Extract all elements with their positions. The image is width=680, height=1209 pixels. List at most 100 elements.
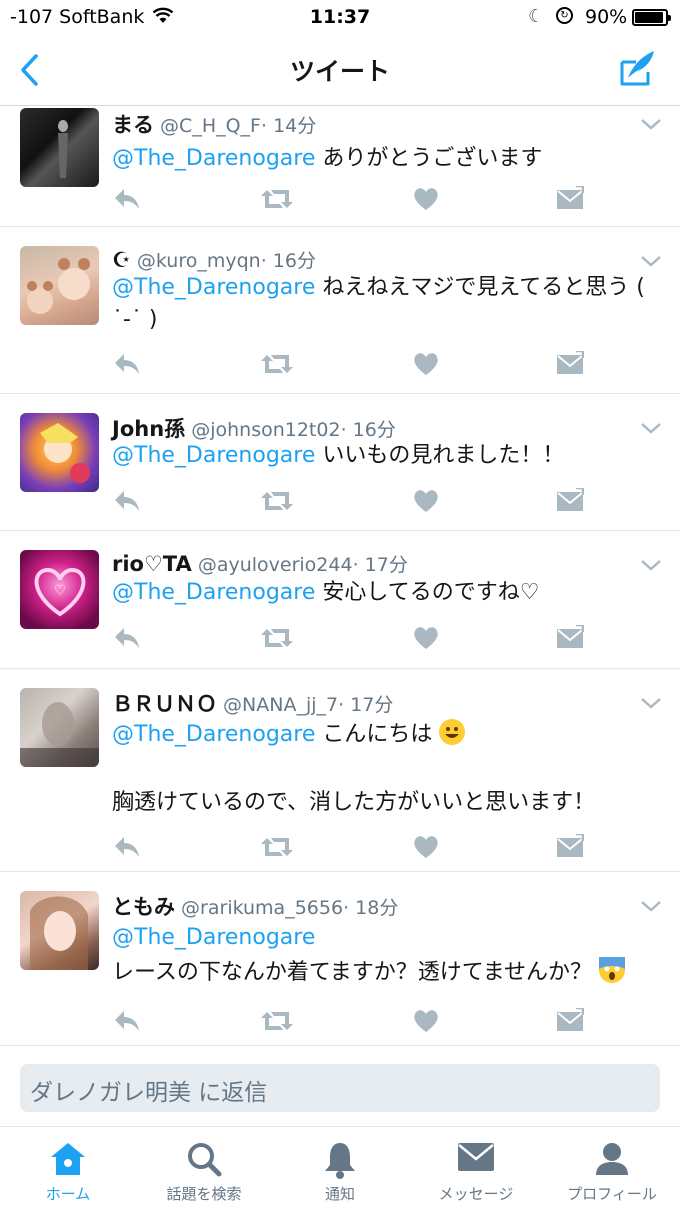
like-heart-icon[interactable] bbox=[412, 625, 442, 651]
tweet-text: @The_Darenogare こんにちは bbox=[112, 719, 662, 751]
nav-bar: ツイート bbox=[0, 36, 680, 106]
tweet-actions bbox=[112, 486, 592, 514]
retweet-icon[interactable] bbox=[260, 488, 293, 514]
chevron-down-icon[interactable] bbox=[640, 116, 662, 130]
tweet-actions bbox=[112, 623, 592, 651]
tab-messages-label: メッセージ bbox=[438, 1185, 514, 1203]
tweet-time: · 16分 bbox=[260, 250, 316, 272]
reply-input[interactable]: ダレノガレ明美 に返信 bbox=[20, 1064, 660, 1112]
direct-message-icon[interactable] bbox=[556, 623, 586, 651]
envelope-icon bbox=[458, 1143, 494, 1171]
tweet-time: · 16分 bbox=[340, 419, 396, 441]
reply-icon[interactable] bbox=[112, 834, 142, 860]
author-name[interactable]: まる bbox=[112, 113, 154, 137]
retweet-icon[interactable] bbox=[260, 834, 293, 860]
avatar[interactable] bbox=[20, 108, 99, 187]
chevron-down-icon[interactable] bbox=[640, 253, 662, 267]
tweet-actions bbox=[112, 832, 592, 860]
retweet-icon[interactable] bbox=[260, 351, 293, 377]
tab-notifications[interactable]: 通知 bbox=[272, 1127, 408, 1209]
reply-icon[interactable] bbox=[112, 625, 142, 651]
tab-bar: ホーム 話題を検索 通知 メッセージ プロフィール bbox=[0, 1126, 680, 1209]
direct-message-icon[interactable] bbox=[556, 184, 586, 212]
author-handle[interactable]: @johnson12t02 bbox=[191, 419, 340, 441]
retweet-icon[interactable] bbox=[260, 625, 293, 651]
avatar[interactable] bbox=[20, 413, 99, 492]
tab-profile-label: プロフィール bbox=[567, 1185, 657, 1203]
author-name[interactable]: ☪ bbox=[112, 248, 131, 272]
tab-messages[interactable]: メッセージ bbox=[408, 1127, 544, 1209]
reply-icon[interactable] bbox=[112, 488, 142, 514]
reply-icon[interactable] bbox=[112, 1008, 142, 1034]
tweet[interactable]: ☪ @kuro_myqn· 16分 @The_Darenogare ねえねえマジ… bbox=[0, 227, 680, 394]
tweet-actions bbox=[112, 184, 592, 212]
like-heart-icon[interactable] bbox=[412, 1008, 442, 1034]
battery-icon bbox=[632, 9, 671, 26]
mention-link[interactable]: @The_Darenogare bbox=[112, 275, 315, 300]
reply-icon[interactable] bbox=[112, 351, 142, 377]
chevron-down-icon[interactable] bbox=[640, 557, 662, 571]
tab-home-label: ホーム bbox=[45, 1185, 91, 1203]
tab-profile[interactable]: プロフィール bbox=[544, 1127, 680, 1209]
tweet[interactable]: ♡ rio♡TA @ayuloverio244· 17分 @The_Dareno… bbox=[0, 531, 680, 669]
direct-message-icon[interactable] bbox=[556, 349, 586, 377]
search-icon bbox=[188, 1143, 222, 1177]
direct-message-icon[interactable] bbox=[556, 1006, 586, 1034]
mention-link[interactable]: @The_Darenogare bbox=[112, 443, 315, 468]
tweet[interactable]: ＢＲＵＮＯ @NANA_jj_7· 17分 @The_Darenogare こん… bbox=[0, 669, 680, 872]
tab-search-label: 話題を検索 bbox=[166, 1185, 242, 1203]
chevron-down-icon[interactable] bbox=[640, 420, 662, 434]
moon-icon: ☾ bbox=[528, 6, 545, 27]
tweet-time: · 17分 bbox=[338, 694, 394, 716]
like-heart-icon[interactable] bbox=[412, 834, 442, 860]
mention-link[interactable]: @The_Darenogare bbox=[112, 580, 315, 605]
author-handle[interactable]: @kuro_myqn bbox=[137, 250, 261, 272]
tweet-list: まる @C_H_Q_F· 14分 @The_Darenogare ありがとうござ… bbox=[0, 106, 680, 1046]
mention-link[interactable]: @The_Darenogare bbox=[112, 925, 315, 950]
author-name[interactable]: ともみ bbox=[112, 895, 175, 919]
author-name[interactable]: ＢＲＵＮＯ bbox=[112, 692, 217, 716]
home-icon bbox=[51, 1143, 85, 1175]
direct-message-icon[interactable] bbox=[556, 832, 586, 860]
status-time: 11:37 bbox=[309, 6, 371, 28]
tweet-text: @The_Darenogare ねえねえマジで見えてると思う ( ˙-˙ ) bbox=[112, 275, 645, 332]
tweet-actions bbox=[112, 1006, 592, 1034]
avatar[interactable] bbox=[20, 688, 99, 767]
person-icon bbox=[596, 1143, 628, 1175]
tweet-time: · 17分 bbox=[352, 554, 408, 576]
like-heart-icon[interactable] bbox=[412, 186, 442, 212]
battery-percent: 90% bbox=[585, 6, 628, 28]
mention-link[interactable]: @The_Darenogare bbox=[112, 722, 315, 747]
author-handle[interactable]: @ayuloverio244 bbox=[198, 554, 353, 576]
tweet[interactable]: まる @C_H_Q_F· 14分 @The_Darenogare ありがとうござ… bbox=[0, 106, 680, 227]
tab-search[interactable]: 話題を検索 bbox=[136, 1127, 272, 1209]
avatar[interactable] bbox=[20, 891, 99, 970]
reply-icon[interactable] bbox=[112, 186, 142, 212]
author-name[interactable]: John孫 bbox=[112, 417, 185, 441]
page-title: ツイート bbox=[289, 57, 390, 86]
author-handle[interactable]: @rarikuma_5656 bbox=[181, 897, 343, 919]
tweet-time: · 14分 bbox=[260, 115, 317, 137]
tweet-text: @The_Darenogare bbox=[112, 922, 662, 954]
retweet-icon[interactable] bbox=[260, 186, 293, 212]
tab-home[interactable]: ホーム bbox=[0, 1127, 136, 1209]
tweet-text: @The_Darenogare いいもの見れました！！ bbox=[112, 443, 565, 468]
chevron-down-icon[interactable] bbox=[640, 898, 662, 912]
tweet[interactable]: ともみ @rarikuma_5656· 18分 @The_Darenogare … bbox=[0, 872, 680, 1046]
author-handle[interactable]: @NANA_jj_7 bbox=[223, 694, 338, 716]
retweet-icon[interactable] bbox=[260, 1008, 293, 1034]
tweet[interactable]: John孫 @johnson12t02· 16分 @The_Darenogare… bbox=[0, 394, 680, 531]
like-heart-icon[interactable] bbox=[412, 351, 442, 377]
chevron-down-icon[interactable] bbox=[640, 695, 662, 709]
grinning-face-emoji-icon bbox=[439, 719, 466, 745]
avatar[interactable]: ♡ bbox=[20, 550, 99, 629]
like-heart-icon[interactable] bbox=[412, 488, 442, 514]
avatar[interactable] bbox=[20, 246, 99, 325]
compose-tweet-icon[interactable] bbox=[618, 48, 658, 88]
tab-notifications-label: 通知 bbox=[324, 1185, 355, 1203]
mention-link[interactable]: @The_Darenogare bbox=[112, 146, 315, 171]
tweet-text: @The_Darenogare ありがとうございます bbox=[112, 146, 543, 171]
direct-message-icon[interactable] bbox=[556, 486, 586, 514]
author-name[interactable]: rio♡TA bbox=[112, 552, 192, 576]
author-handle[interactable]: @C_H_Q_F bbox=[160, 115, 261, 137]
